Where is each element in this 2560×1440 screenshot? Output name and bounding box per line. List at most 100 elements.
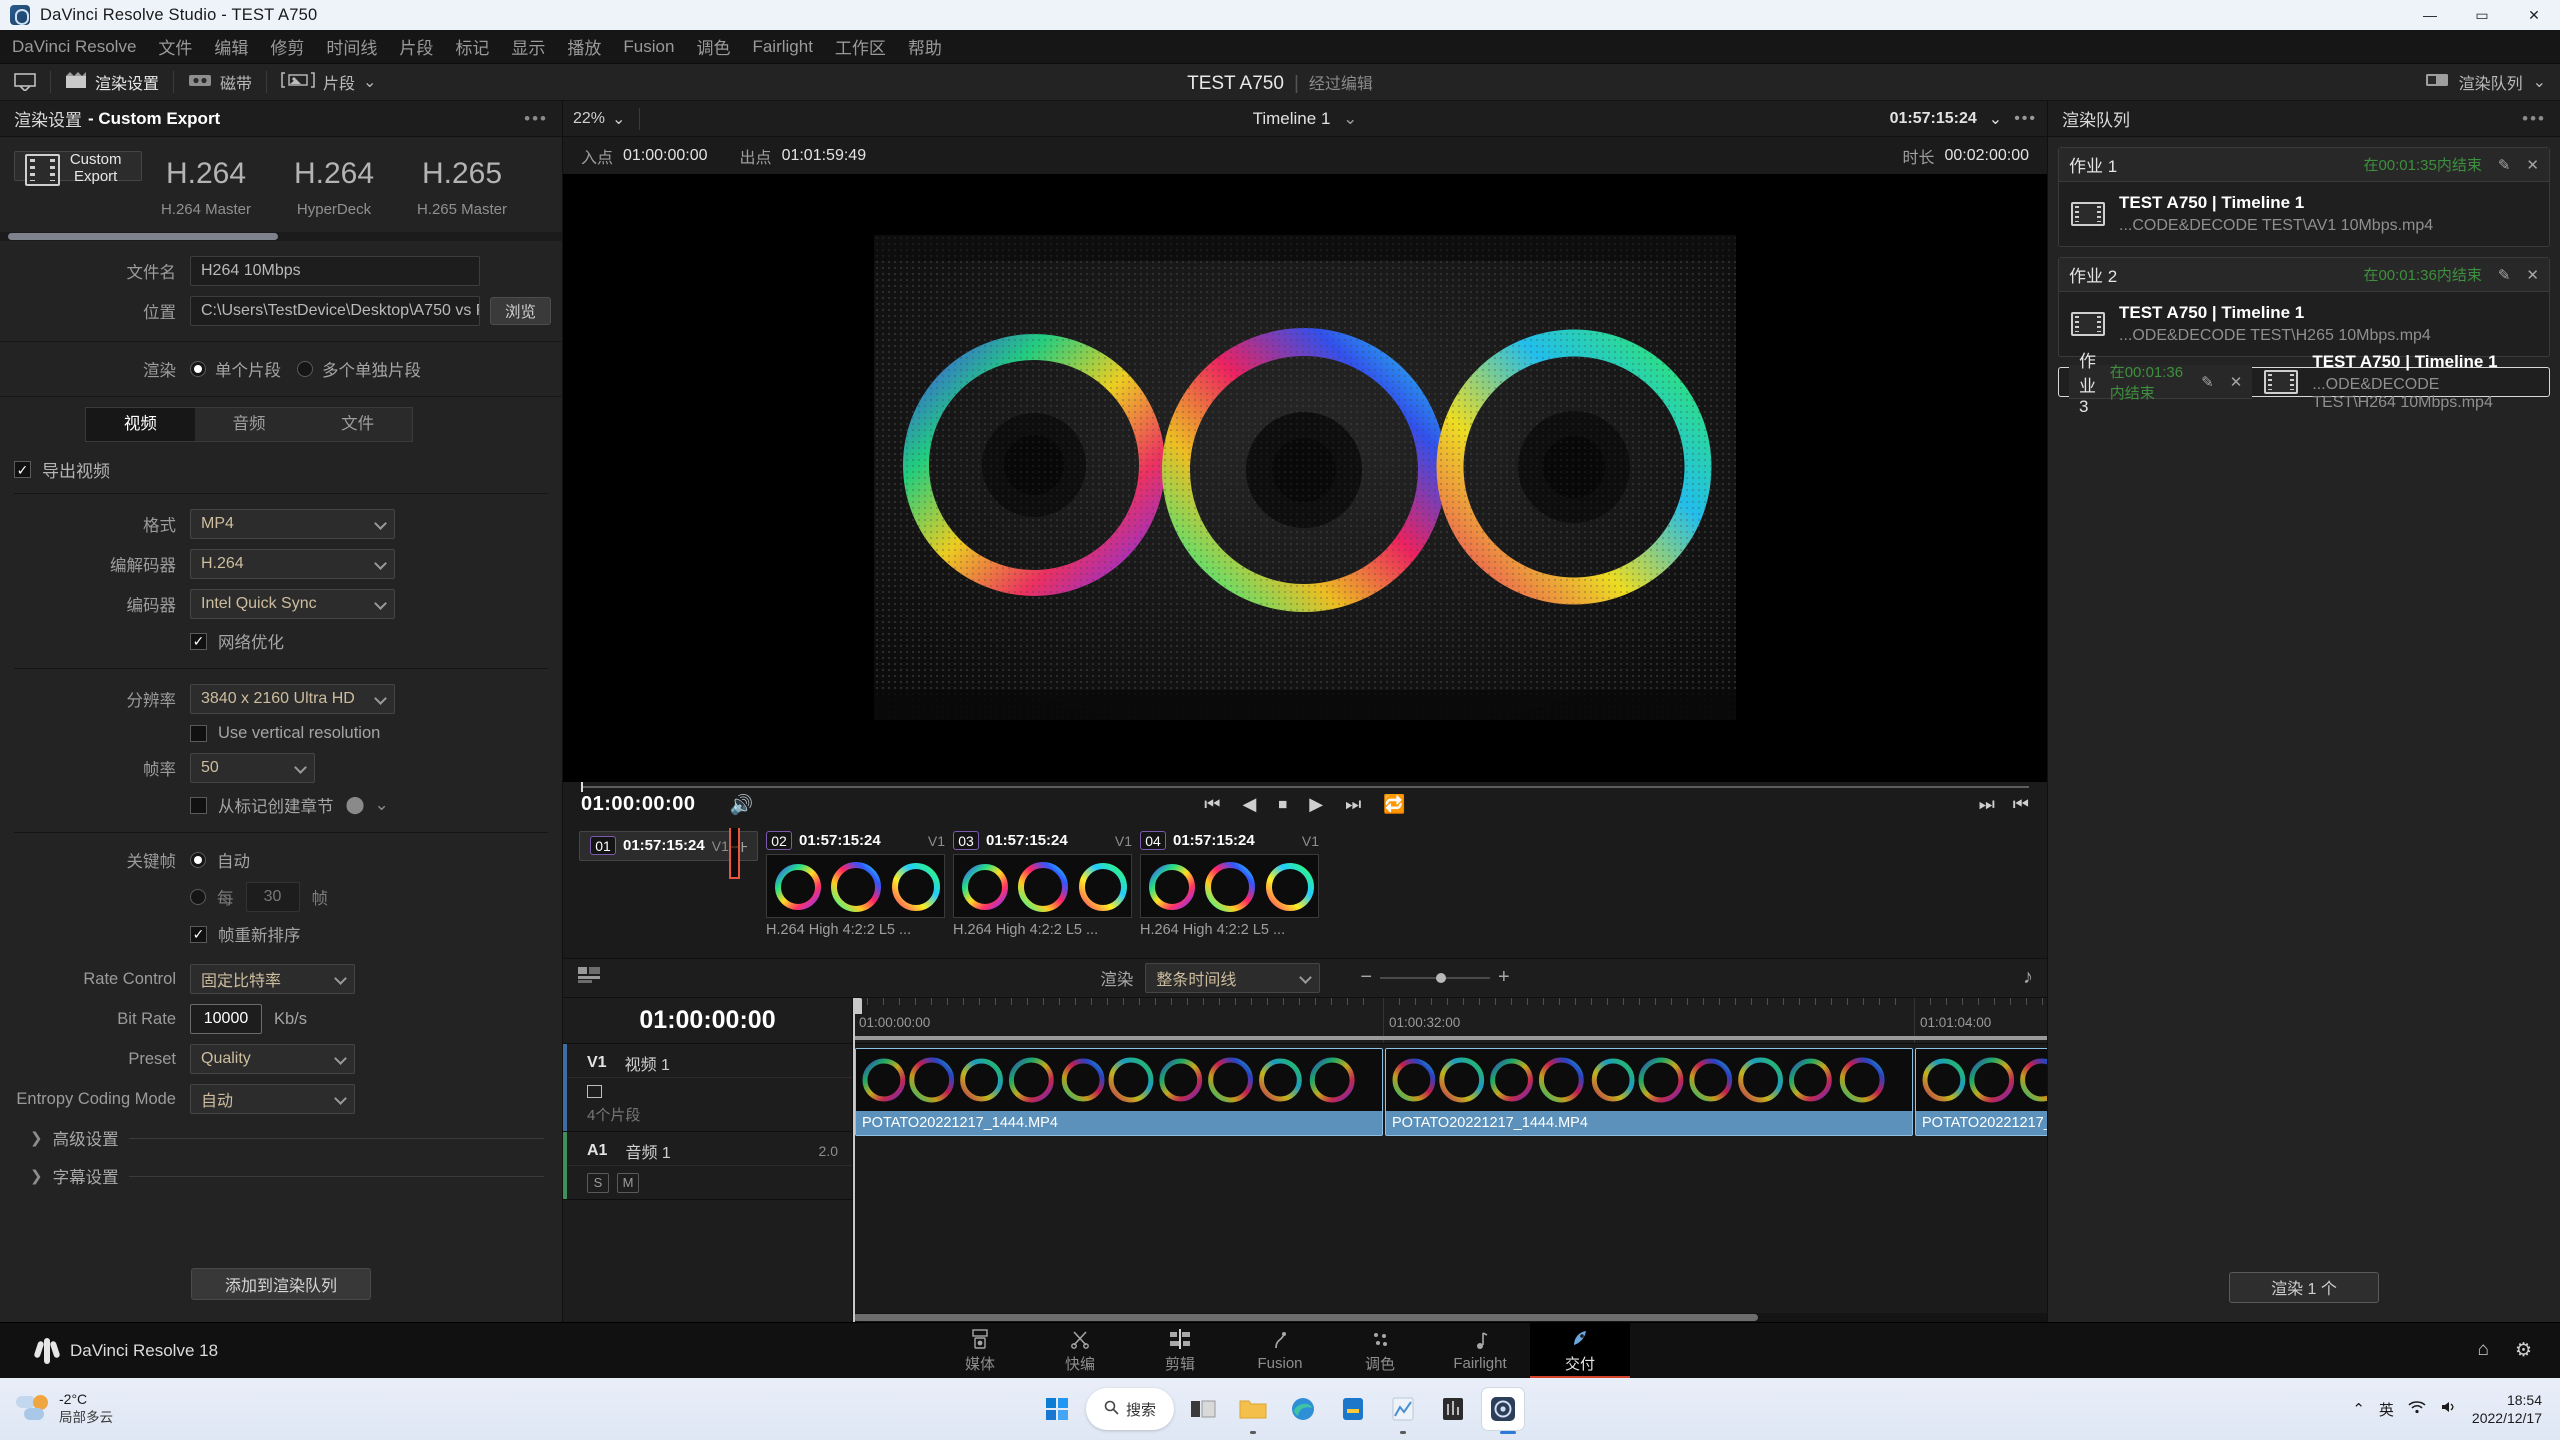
menu-item-fairlight[interactable]: Fairlight	[752, 37, 812, 57]
timeline-clip[interactable]: POTATO20221217_1444.MP4	[855, 1047, 1383, 1136]
audio-solo-button[interactable]: S	[587, 1172, 609, 1193]
preset-hyperdeck[interactable]: H.264 HyperDeck	[270, 151, 398, 218]
framerate-select[interactable]: 50	[190, 753, 315, 783]
menu-item-color[interactable]: 调色	[696, 34, 730, 59]
chapters-from-markers-checkbox[interactable]	[190, 796, 207, 814]
jump-to-start-icon[interactable]: ⏮	[1204, 794, 1220, 815]
jump-to-end-icon[interactable]: ⏭	[1345, 794, 1361, 815]
prev-clip-icon[interactable]: ⏮	[2013, 794, 2029, 815]
subtitle-settings-disclosure[interactable]: ❯ 字幕设置	[0, 1157, 562, 1195]
page-tab-deliver[interactable]: 交付	[1530, 1322, 1630, 1379]
network-optimization-checkbox[interactable]	[190, 632, 207, 650]
page-tab-edit[interactable]: 剪辑	[1130, 1323, 1230, 1379]
minimize-button[interactable]: —	[2404, 0, 2456, 30]
menu-brand[interactable]: DaVinci Resolve	[12, 37, 136, 57]
chevron-down-icon[interactable]: ⌄	[363, 72, 376, 92]
encoder-select[interactable]: Intel Quick Sync	[190, 589, 395, 619]
frame-reordering-checkbox[interactable]	[190, 925, 207, 943]
use-vertical-resolution-checkbox[interactable]	[190, 725, 207, 742]
file-explorer-icon[interactable]	[1232, 1388, 1274, 1434]
timeline-clip[interactable]: POTATO20221217_1444.MP4	[1915, 1047, 2047, 1136]
edit-job-icon[interactable]: ✎	[2201, 373, 2214, 391]
close-button[interactable]: ✕	[2508, 0, 2560, 30]
menu-item-file[interactable]: 文件	[158, 34, 192, 59]
viewer-zoom-control[interactable]: 22% ⌄	[573, 109, 625, 129]
render-settings-options-button[interactable]: •••	[524, 109, 548, 129]
edit-job-icon[interactable]: ✎	[2498, 266, 2511, 284]
app-icon-chart[interactable]	[1382, 1388, 1424, 1434]
stop-icon[interactable]: ⏹	[1278, 794, 1287, 815]
render-multi-clip-radio[interactable]	[297, 361, 313, 377]
play-icon[interactable]: ▶	[1309, 794, 1323, 815]
keyframe-every-input[interactable]: 30	[245, 882, 300, 912]
viewer-timeline-selector[interactable]: Timeline 1 ⌄	[563, 109, 2047, 129]
menu-item-timeline[interactable]: 时间线	[326, 34, 377, 59]
timeline-tracks-area[interactable]: 01:00:00:00 01:00:32:00 01:01:04:00 01:0…	[853, 997, 2047, 1322]
loop-icon[interactable]: 🔁	[1383, 794, 1405, 815]
audio-track-header[interactable]: A1 音频 1 2.0 S M	[563, 1131, 852, 1200]
delete-job-icon[interactable]: ✕	[2526, 156, 2539, 174]
page-tab-fairlight[interactable]: Fairlight	[1430, 1323, 1530, 1379]
timeline-render-scope-select[interactable]: 整条时间线	[1145, 962, 1321, 993]
render-clip-03[interactable]: 03 01:57:15:24 V1 H.264 High 4:2:2 L5 ..…	[953, 831, 1132, 958]
rate-control-select[interactable]: 固定比特率	[190, 964, 355, 994]
chevron-down-icon[interactable]: ⌄	[375, 795, 389, 815]
zoom-slider[interactable]	[1380, 972, 1490, 983]
search-taskbar-button[interactable]: 搜索	[1085, 1388, 1174, 1430]
menu-item-clip[interactable]: 片段	[399, 34, 433, 59]
start-render-button[interactable]: 渲染 1 个	[2229, 1271, 2379, 1303]
video-track-lane[interactable]: POTATO20221217_1444.MP4 POTATO20221217_1…	[853, 1044, 2047, 1140]
entropy-select[interactable]: 自动	[190, 1084, 355, 1114]
in-point-value[interactable]: 01:00:00:00	[623, 147, 708, 165]
browse-button[interactable]: 浏览	[490, 297, 552, 325]
bitrate-input[interactable]: 10000	[190, 1004, 262, 1034]
menu-item-help[interactable]: 帮助	[908, 34, 942, 59]
out-point-value[interactable]: 01:01:59:49	[782, 147, 867, 165]
preset-select[interactable]: Quality	[190, 1044, 355, 1074]
render-clip-02[interactable]: 02 01:57:15:24 V1 H.264 High 4:2:2 L5 ..…	[766, 831, 945, 958]
advanced-settings-disclosure[interactable]: ❯ 高级设置	[0, 1119, 562, 1157]
tab-video[interactable]: 视频	[86, 408, 195, 441]
timeline-playhead[interactable]	[853, 997, 862, 1322]
app-icon-blue[interactable]	[1332, 1388, 1374, 1430]
marker-color-swatch[interactable]: ⬤	[346, 795, 365, 815]
track-lock-icon[interactable]	[587, 1084, 602, 1098]
play-reverse-icon[interactable]: ◀	[1242, 794, 1256, 815]
menu-item-playback[interactable]: 播放	[567, 34, 601, 59]
viewer-current-timecode[interactable]: 01:00:00:00	[581, 793, 695, 816]
page-tab-color[interactable]: 调色	[1330, 1323, 1430, 1379]
menu-item-view[interactable]: 显示	[511, 34, 545, 59]
export-video-checkbox[interactable]	[14, 461, 31, 478]
render-queue-options-button[interactable]: •••	[2522, 109, 2546, 129]
preset-scrollbar[interactable]	[0, 232, 562, 241]
zoom-out-icon[interactable]: −	[1360, 966, 1372, 989]
render-settings-button[interactable]: 渲染设置	[51, 64, 173, 101]
page-tab-media[interactable]: 媒体	[930, 1323, 1030, 1379]
preset-h264-master[interactable]: H.264 H.264 Master	[142, 151, 270, 218]
render-clip-01[interactable]: 01 01:57:15:24 V1 H.264 High 4:2:2 L5 ..…	[579, 827, 758, 879]
menu-item-workspace[interactable]: 工作区	[835, 34, 886, 59]
chevron-down-icon-2[interactable]: ⌄	[2533, 72, 2546, 92]
page-tab-fusion[interactable]: Fusion	[1230, 1323, 1330, 1379]
clips-button[interactable]: 片段 ⌄	[267, 64, 390, 101]
audio-mute-button[interactable]: M	[617, 1172, 639, 1193]
edit-job-icon[interactable]: ✎	[2498, 156, 2511, 174]
render-clip-04[interactable]: 04 01:57:15:24 V1 H.264 High 4:2:2 L5 ..…	[1140, 831, 1319, 958]
keyframe-every-radio[interactable]	[190, 889, 206, 905]
keyframe-auto-radio[interactable]	[190, 852, 206, 868]
delete-job-icon[interactable]: ✕	[2526, 266, 2539, 284]
page-tab-cut[interactable]: 快编	[1030, 1323, 1130, 1379]
preset-custom-export[interactable]: Custom Export	[14, 151, 142, 186]
maximize-button[interactable]: ▭	[2456, 0, 2508, 30]
tab-audio[interactable]: 音频	[194, 408, 304, 441]
monitor-toggle-button[interactable]	[0, 64, 50, 101]
render-single-clip-radio[interactable]	[190, 361, 206, 377]
format-select[interactable]: MP4	[190, 509, 395, 539]
taskview-button[interactable]	[1182, 1388, 1224, 1430]
tab-file[interactable]: 文件	[303, 408, 413, 441]
filename-input[interactable]: H264 10Mbps	[190, 256, 480, 286]
zoom-in-icon[interactable]: +	[1498, 966, 1510, 989]
preset-youtube[interactable]: YouT	[526, 151, 562, 218]
menu-item-edit[interactable]: 编辑	[214, 34, 248, 59]
timeline-horizontal-scrollbar[interactable]	[853, 1313, 2047, 1322]
